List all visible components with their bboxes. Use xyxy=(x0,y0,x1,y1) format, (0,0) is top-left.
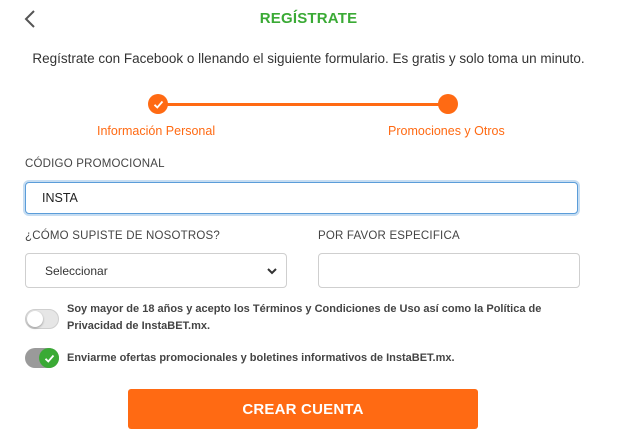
promo-code-label: CÓDIGO PROMOCIONAL xyxy=(25,158,165,170)
step-2-label: Promociones y Otros xyxy=(388,124,505,138)
offers-consent-text: Enviarme ofertas promocionales y boletin… xyxy=(67,352,455,364)
page-title: REGÍSTRATE xyxy=(259,10,358,27)
how-heard-select[interactable]: Seleccionar xyxy=(25,253,287,288)
promo-code-input[interactable] xyxy=(25,182,578,214)
create-account-button[interactable]: CREAR CUENTA xyxy=(128,389,478,429)
offers-toggle[interactable] xyxy=(25,348,59,368)
step-1-label: Información Personal xyxy=(97,124,216,138)
chevron-down-icon xyxy=(267,268,277,275)
toggle-knob xyxy=(39,348,59,368)
specify-input[interactable] xyxy=(318,253,580,288)
stepper-line xyxy=(158,103,448,106)
how-heard-selected-value: Seleccionar xyxy=(45,263,108,278)
terms-consent-text: Soy mayor de 18 años y acepto los Términ… xyxy=(67,303,542,332)
how-heard-label: ¿CÓMO SUPISTE DE NOSOTROS? xyxy=(25,230,220,242)
intro-text: Regístrate con Facebook o llenando el si… xyxy=(32,51,585,66)
step-2-indicator xyxy=(438,94,458,114)
toggle-knob xyxy=(27,311,43,327)
progress-stepper: Información Personal Promociones y Otros xyxy=(0,90,617,145)
header: REGÍSTRATE xyxy=(0,0,617,38)
check-icon xyxy=(44,354,54,363)
terms-toggle[interactable] xyxy=(25,309,59,329)
specify-label: POR FAVOR ESPECIFICA xyxy=(318,230,460,242)
step-1-indicator xyxy=(148,94,168,114)
check-icon xyxy=(153,100,163,109)
